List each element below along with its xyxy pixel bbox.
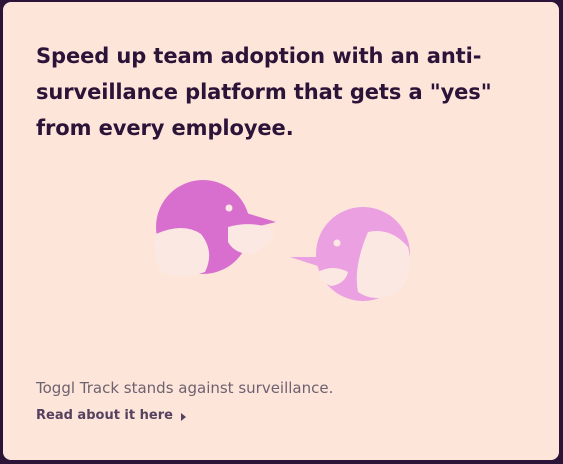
read-about-it-link[interactable]: Read about it here [36, 406, 186, 426]
chevron-right-icon [180, 412, 186, 421]
card-headline: Speed up team adoption with an anti-surv… [36, 44, 492, 140]
left-bird-icon [154, 180, 276, 276]
two-birds-illustration [154, 180, 411, 301]
read-about-it-label: Read about it here [36, 408, 173, 423]
card-body-text: Toggl Track stands against surveillance. [36, 379, 334, 397]
right-bird-icon [290, 207, 411, 301]
promo-card: Speed up team adoption with an anti-surv… [3, 2, 559, 460]
